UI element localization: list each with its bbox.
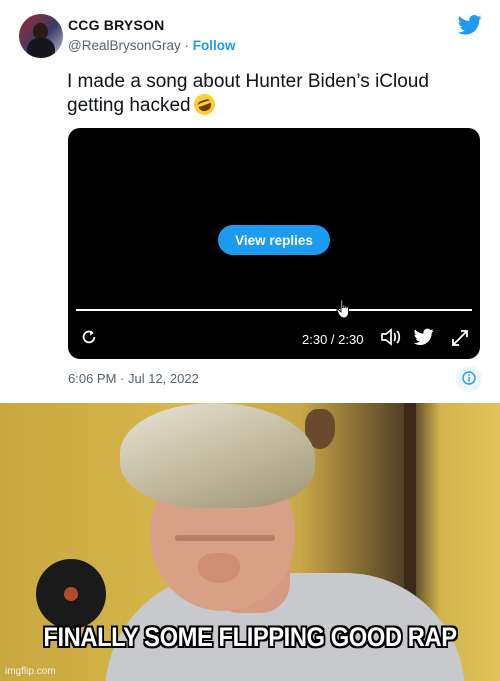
handle-line: @RealBrysonGray · Follow bbox=[68, 38, 236, 53]
meme-photo: FINALLY SOME FLIPPING GOOD RAP imgflip.c… bbox=[0, 403, 500, 681]
imgflip-watermark: imgflip.com bbox=[5, 666, 56, 677]
info-button[interactable] bbox=[456, 366, 482, 392]
display-name[interactable]: CCG BRYSON bbox=[68, 17, 164, 33]
handle[interactable]: @RealBrysonGray bbox=[68, 38, 181, 53]
avatar[interactable] bbox=[19, 14, 63, 58]
vinyl-record-decoration bbox=[36, 559, 106, 629]
twitter-bird-icon[interactable] bbox=[458, 14, 482, 36]
meme-caption: FINALLY SOME FLIPPING GOOD RAP bbox=[43, 622, 457, 652]
hand-cursor-icon bbox=[336, 299, 350, 319]
video-player[interactable]: View replies 2:30 / 2:30 bbox=[68, 128, 480, 359]
info-icon bbox=[462, 371, 476, 385]
separator: · bbox=[180, 38, 193, 53]
video-time: 2:30 / 2:30 bbox=[302, 332, 364, 347]
laughing-emoji-icon bbox=[190, 91, 218, 118]
person-brow bbox=[175, 535, 275, 541]
person-nose bbox=[198, 553, 240, 583]
tweet-text-content: I made a song about Hunter Biden’s iClou… bbox=[67, 71, 429, 116]
video-progress-bar[interactable] bbox=[76, 309, 472, 311]
tweet-text: I made a song about Hunter Biden’s iClou… bbox=[67, 70, 457, 118]
tweet-timestamp[interactable]: 6:06 PM · Jul 12, 2022 bbox=[68, 371, 199, 386]
fullscreen-icon[interactable] bbox=[450, 328, 470, 348]
twitter-bird-icon[interactable] bbox=[414, 328, 434, 346]
tweet-card: CCG BRYSON @RealBrysonGray · Follow I ma… bbox=[0, 0, 500, 404]
follow-link[interactable]: Follow bbox=[193, 38, 236, 53]
volume-icon[interactable] bbox=[380, 328, 402, 346]
view-replies-button[interactable]: View replies bbox=[218, 225, 330, 255]
avatar-body bbox=[27, 38, 55, 58]
replay-icon[interactable] bbox=[80, 328, 98, 346]
person-hair bbox=[120, 403, 315, 508]
